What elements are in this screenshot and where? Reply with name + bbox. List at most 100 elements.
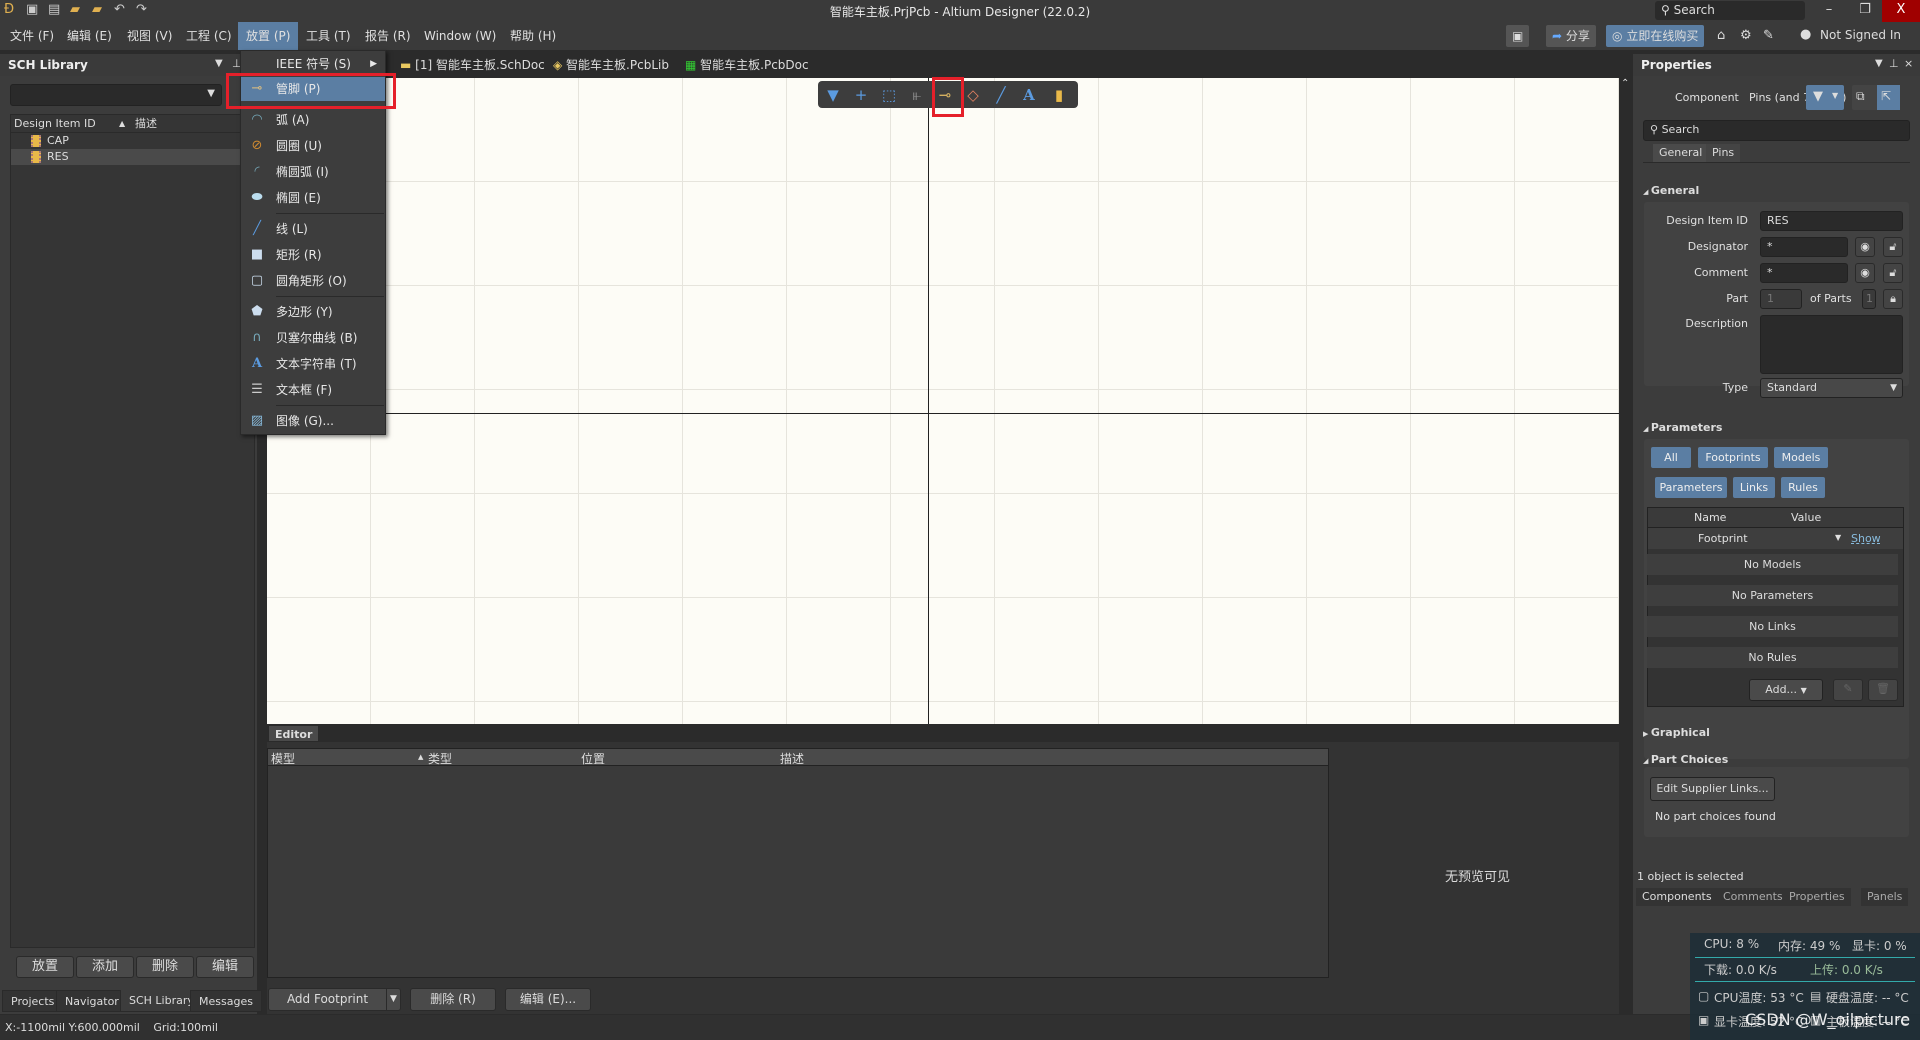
panel-menu-icon[interactable]: ▼ bbox=[215, 58, 223, 69]
gear-icon[interactable]: ⚙ bbox=[1740, 28, 1752, 43]
close-button[interactable]: X bbox=[1882, 0, 1920, 22]
text-icon[interactable]: A bbox=[1018, 84, 1040, 106]
menu-project[interactable]: 工程 (C) bbox=[178, 22, 240, 50]
align-icon[interactable]: ⫦ bbox=[906, 84, 928, 106]
filter-parameters-button[interactable]: Parameters bbox=[1655, 477, 1727, 498]
tab-pins[interactable]: Pins bbox=[1706, 144, 1741, 162]
unlock-icon[interactable]: 🔓︎ bbox=[1883, 263, 1903, 283]
column-name[interactable]: Name bbox=[1694, 511, 1726, 524]
erase-icon[interactable]: ◇ bbox=[962, 84, 984, 106]
description-input[interactable] bbox=[1760, 315, 1903, 374]
lock-icon[interactable]: 🔒︎ bbox=[1883, 289, 1903, 309]
design-item-id-input[interactable]: RES bbox=[1760, 211, 1903, 231]
section-part-choices[interactable]: ◢ Part Choices bbox=[1643, 753, 1728, 766]
tab-pcbdoc[interactable]: ▦ 智能车主板.PcbDoc bbox=[685, 54, 809, 76]
unlock-icon[interactable]: 🔓︎ bbox=[1883, 237, 1903, 257]
tab-projects[interactable]: Projects bbox=[2, 990, 64, 1012]
tab-pcblib[interactable]: ◈ 智能车主板.PcbLib bbox=[553, 54, 669, 76]
global-search[interactable]: ⚲ Search bbox=[1655, 1, 1805, 20]
notifications-icon[interactable]: ✎ bbox=[1763, 28, 1774, 43]
visibility-eye-icon[interactable]: ◉ bbox=[1855, 263, 1875, 283]
menu-item-text-frame[interactable]: ☰ 文本框 (F) bbox=[241, 378, 385, 402]
filter-models-button[interactable]: Models bbox=[1774, 447, 1828, 468]
panel-menu-icon[interactable]: ▼ bbox=[1875, 58, 1883, 69]
tab-schdoc[interactable]: ▬ [1] 智能车主板.SchDoc bbox=[400, 54, 545, 76]
menu-item-circle[interactable]: ⊘ 圆圈 (U) bbox=[241, 134, 385, 158]
menu-item-arc[interactable]: ◠ 弧 (A) bbox=[241, 108, 385, 132]
column-description[interactable]: 描述 bbox=[780, 750, 804, 767]
filter-links-button[interactable]: Links bbox=[1733, 477, 1775, 498]
menu-reports[interactable]: 报告 (R) bbox=[357, 22, 419, 50]
filter-footprints-button[interactable]: Footprints bbox=[1698, 447, 1768, 468]
column-description[interactable]: 描述 bbox=[135, 115, 157, 133]
schematic-library-canvas[interactable] bbox=[267, 78, 1619, 724]
column-design-item-id[interactable]: Design Item ID bbox=[14, 115, 96, 133]
tab-navigator[interactable]: Navigator bbox=[56, 990, 128, 1012]
library-filter-dropdown[interactable]: ▼ bbox=[10, 84, 222, 106]
column-value[interactable]: Value bbox=[1791, 511, 1821, 524]
pin-panel-icon[interactable]: ⊥ bbox=[1889, 57, 1899, 70]
menu-item-polygon[interactable]: ⬟ 多边形 (Y) bbox=[241, 300, 385, 324]
type-select[interactable]: Standard ▼ bbox=[1760, 378, 1903, 398]
close-panel-icon[interactable]: × bbox=[1904, 57, 1913, 70]
user-menu[interactable]: Not Signed In bbox=[1820, 28, 1901, 42]
comment-input[interactable]: * bbox=[1760, 263, 1848, 283]
share-button[interactable]: ➦ 分享 bbox=[1546, 25, 1596, 47]
table-row[interactable]: Footprint ▼ Show bbox=[1648, 528, 1903, 549]
properties-search[interactable]: ⚲ Search bbox=[1643, 120, 1910, 141]
place-button[interactable]: 放置 bbox=[16, 956, 74, 978]
line-icon[interactable]: ╱ bbox=[990, 84, 1012, 106]
section-general[interactable]: ◢ General bbox=[1643, 184, 1699, 197]
menu-file[interactable]: 文件 (F) bbox=[2, 22, 62, 50]
user-icon[interactable]: ● bbox=[1800, 27, 1811, 42]
tab-components[interactable]: Components bbox=[1636, 888, 1718, 906]
edit-button[interactable]: 编辑 bbox=[196, 956, 254, 978]
list-item[interactable]: RES bbox=[11, 149, 254, 165]
section-graphical[interactable]: ▶ Graphical bbox=[1643, 726, 1710, 739]
buy-online-button[interactable]: ◎ 立即在线购买 bbox=[1606, 25, 1705, 47]
add-footprint-button[interactable]: Add Footprint ▼ bbox=[268, 988, 401, 1011]
designator-input[interactable]: * bbox=[1760, 237, 1848, 257]
menu-view[interactable]: 视图 (V) bbox=[119, 22, 180, 50]
selection-filter-button[interactable]: ▼ ▼ bbox=[1806, 85, 1844, 110]
tab-comments[interactable]: Comments bbox=[1717, 888, 1789, 906]
section-parameters[interactable]: ◢ Parameters bbox=[1643, 421, 1722, 434]
menu-place[interactable]: 放置 (P) bbox=[238, 22, 299, 50]
select-rect-icon[interactable]: ⬚ bbox=[878, 84, 900, 106]
minimize-button[interactable]: – bbox=[1810, 0, 1848, 22]
filter-all-button[interactable]: All bbox=[1651, 447, 1691, 468]
list-item[interactable]: CAP bbox=[11, 133, 254, 149]
menu-item-text-string[interactable]: A 文本字符串 (T) bbox=[241, 352, 385, 376]
add-button[interactable]: 添加 bbox=[76, 956, 134, 978]
tab-properties[interactable]: Properties bbox=[1783, 888, 1851, 906]
select-overlapped-icon[interactable]: ⧉ bbox=[1856, 89, 1865, 104]
menu-window[interactable]: Window (W) bbox=[416, 22, 504, 50]
edit-supplier-links-button[interactable]: Edit Supplier Links... bbox=[1650, 777, 1775, 801]
tab-messages[interactable]: Messages bbox=[190, 990, 262, 1012]
menu-edit[interactable]: 编辑 (E) bbox=[59, 22, 120, 50]
delete-model-button[interactable]: 删除 (R) bbox=[410, 988, 496, 1011]
tab-general[interactable]: General bbox=[1653, 144, 1709, 162]
chevron-down-icon[interactable]: ▼ bbox=[386, 989, 400, 1010]
chevron-down-icon[interactable]: ▼ bbox=[1835, 533, 1841, 542]
component-icon[interactable]: ▮ bbox=[1048, 84, 1070, 106]
menu-tools[interactable]: 工具 (T) bbox=[298, 22, 359, 50]
show-link[interactable]: Show bbox=[1851, 532, 1881, 545]
visibility-eye-icon[interactable]: ◉ bbox=[1855, 237, 1875, 257]
tab-editor[interactable]: Editor bbox=[268, 725, 320, 742]
menu-item-bezier[interactable]: ∩ 贝塞尔曲线 (B) bbox=[241, 326, 385, 350]
move-icon[interactable]: + bbox=[850, 84, 872, 106]
home-icon[interactable]: ⌂ bbox=[1717, 28, 1725, 43]
edit-model-button[interactable]: 编辑 (E)... bbox=[505, 988, 591, 1011]
menu-item-round-rectangle[interactable]: ▢ 圆角矩形 (O) bbox=[241, 269, 385, 293]
select-cursor-icon[interactable]: ⇱ bbox=[1877, 85, 1900, 110]
collapse-up-icon[interactable]: ⌃ bbox=[1621, 78, 1629, 89]
menu-item-line[interactable]: ╱ 线 (L) bbox=[241, 217, 385, 241]
column-model[interactable]: 模型 bbox=[271, 750, 295, 767]
panels-button[interactable]: Panels bbox=[1861, 888, 1909, 906]
menu-item-image[interactable]: ▨ 图像 (G)... bbox=[241, 409, 385, 433]
menu-help[interactable]: 帮助 (H) bbox=[502, 22, 564, 50]
add-parameter-button[interactable]: Add... ▼ bbox=[1749, 679, 1823, 701]
column-location[interactable]: 位置 bbox=[581, 750, 605, 767]
filter-icon[interactable]: ▼ bbox=[822, 84, 844, 106]
